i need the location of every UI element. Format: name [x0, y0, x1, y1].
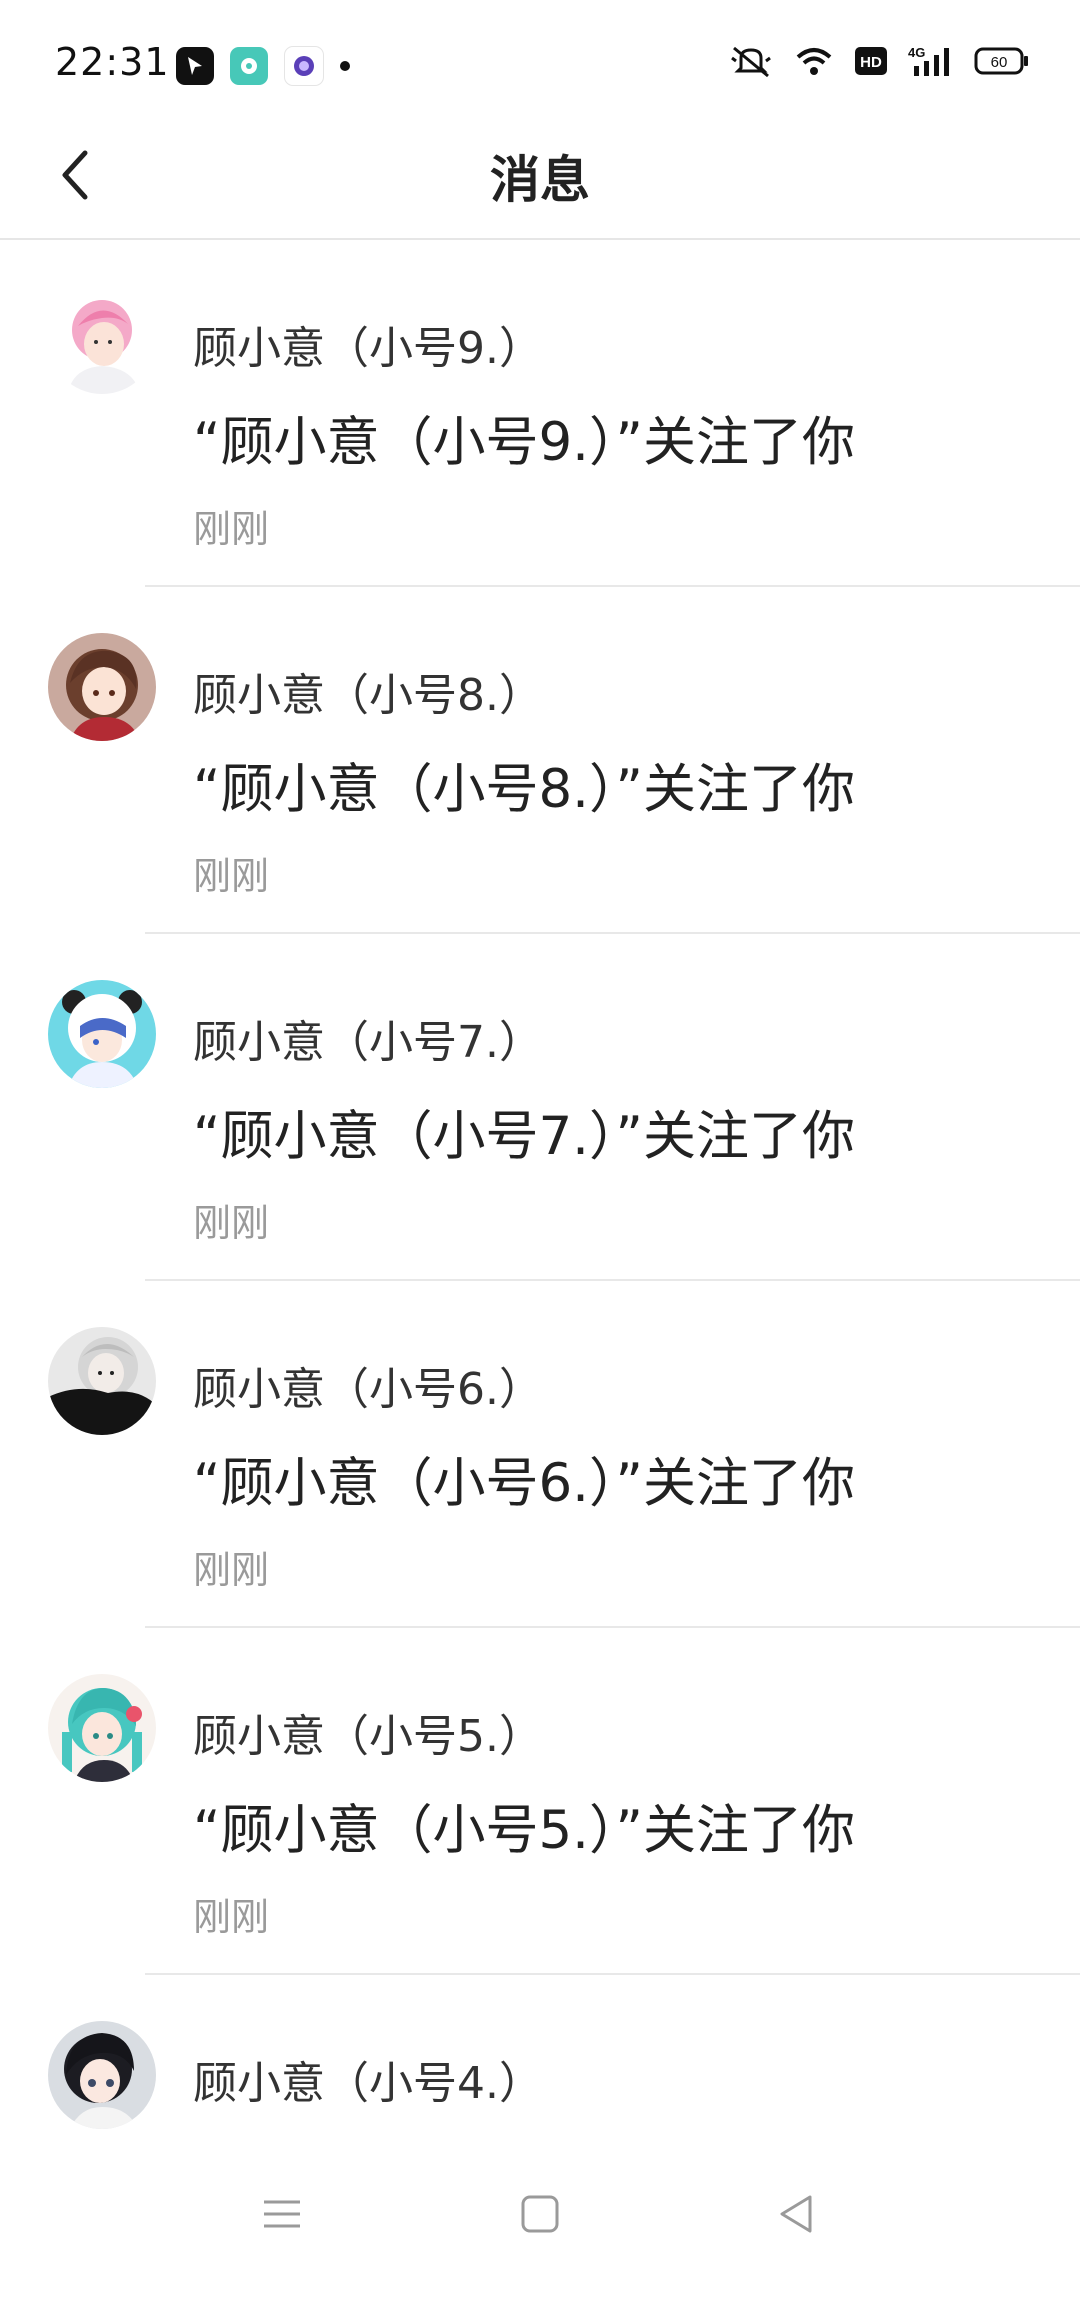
list-item[interactable]: 顾小意（小号8.） “顾小意（小号8.）”关注了你 刚刚 [0, 587, 1080, 934]
avatar[interactable] [48, 1674, 156, 1782]
list-item[interactable]: 顾小意（小号7.） “顾小意（小号7.）”关注了你 刚刚 [0, 934, 1080, 1281]
message-time: 刚刚 [193, 1201, 270, 1245]
message-list[interactable]: 顾小意（小号9.） “顾小意（小号9.）”关注了你 刚刚 顾小意（小号8.） “… [0, 240, 1080, 2322]
message-time: 刚刚 [193, 854, 270, 898]
back-nav-button[interactable] [756, 2174, 836, 2254]
svg-text:60: 60 [991, 54, 1008, 71]
browser-app-icon [284, 46, 324, 86]
message-time: 刚刚 [193, 1895, 270, 1939]
sender-name: 顾小意（小号5.） [193, 1711, 543, 1762]
status-bar: 22:31 HD 4G 60 [0, 0, 1080, 120]
avatar[interactable] [48, 1327, 156, 1435]
message-text: “顾小意（小号6.）”关注了你 [193, 1453, 855, 1514]
message-text: “顾小意（小号9.）”关注了你 [193, 412, 855, 473]
message-text: “顾小意（小号7.）”关注了你 [193, 1106, 855, 1167]
sender-name: 顾小意（小号7.） [193, 1017, 543, 1068]
sender-name: 顾小意（小号9.） [193, 323, 543, 374]
status-time: 22:31 [55, 40, 170, 84]
home-square-icon [521, 2195, 559, 2233]
sender-name: 顾小意（小号8.） [193, 670, 543, 721]
notification-icons [176, 46, 350, 86]
svg-text:4G: 4G [908, 45, 925, 60]
sender-name: 顾小意（小号4.） [193, 2058, 543, 2109]
signal-4g-icon: 4G [908, 45, 949, 76]
avatar[interactable] [48, 286, 156, 394]
sender-name: 顾小意（小号6.） [193, 1364, 543, 1415]
message-text: “顾小意（小号8.）”关注了你 [193, 759, 855, 820]
wifi-icon [796, 48, 832, 75]
back-triangle-icon [780, 2195, 812, 2233]
home-button[interactable] [500, 2174, 580, 2254]
menu-icon [264, 2200, 300, 2228]
message-time: 刚刚 [193, 507, 270, 551]
chat-app-icon [230, 47, 268, 85]
system-nav-bar [0, 2144, 1080, 2280]
app-notification-icon [176, 47, 214, 85]
list-item[interactable]: 顾小意（小号6.） “顾小意（小号6.）”关注了你 刚刚 [0, 1281, 1080, 1628]
system-status-icons: HD 4G 60 [728, 44, 1030, 78]
battery-icon: 60 [974, 47, 1028, 75]
avatar[interactable] [48, 2021, 156, 2129]
hd-icon: HD [855, 47, 887, 75]
avatar[interactable] [48, 980, 156, 1088]
recent-apps-button[interactable] [242, 2174, 322, 2254]
header-bar: 消息 [0, 120, 1080, 240]
list-item[interactable]: 顾小意（小号9.） “顾小意（小号9.）”关注了你 刚刚 [0, 240, 1080, 587]
message-time: 刚刚 [193, 1548, 270, 1592]
more-notifications-dot [340, 61, 350, 71]
mute-bell-icon [731, 46, 771, 78]
page-title: 消息 [490, 151, 590, 209]
message-text: “顾小意（小号5.）”关注了你 [193, 1800, 855, 1861]
svg-text:HD: HD [860, 54, 882, 71]
list-item[interactable]: 顾小意（小号5.） “顾小意（小号5.）”关注了你 刚刚 [0, 1628, 1080, 1975]
avatar[interactable] [48, 633, 156, 741]
